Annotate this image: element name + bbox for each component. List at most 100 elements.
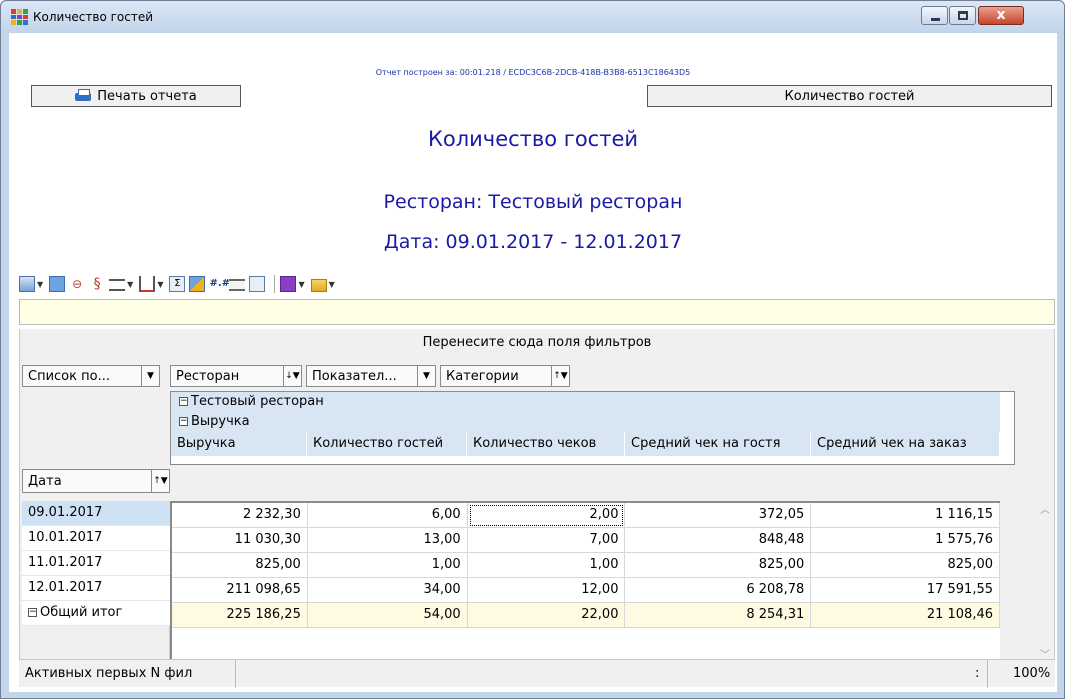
column-header[interactable]: Средний чек на гостя — [625, 432, 811, 456]
data-cell[interactable]: 1,00 — [468, 553, 626, 578]
data-cell[interactable]: 17 591,55 — [811, 578, 1001, 603]
data-cell[interactable]: 2 232,30 — [172, 503, 308, 528]
report-title: Количество гостей — [427, 127, 639, 151]
sort-up-icon[interactable]: ↑▼ — [551, 366, 569, 386]
data-cell[interactable]: 6,00 — [308, 503, 468, 528]
filter-bar[interactable] — [19, 299, 1055, 325]
column-group-restaurant[interactable]: − Тестовый ресторан — [171, 392, 1000, 412]
collapse-icon[interactable]: − — [28, 608, 37, 617]
field-restaurant[interactable]: Ресторан ↓▼ — [170, 365, 302, 387]
table-row: 2 232,30 6,00 2,00 372,05 1 116,15 — [172, 503, 1001, 528]
app-icon — [11, 9, 28, 25]
row-header[interactable]: 11.01.2017 — [22, 551, 170, 576]
row-header[interactable]: 12.01.2017 — [22, 576, 170, 601]
info-icon[interactable] — [249, 276, 266, 292]
row-header-total[interactable]: − Общий итог — [22, 601, 170, 626]
field-restaurant-label: Ресторан — [176, 368, 240, 384]
list-icon[interactable] — [229, 279, 246, 291]
report-content: Отчет построен за: 00:01.218 / ECDC3C6B-… — [9, 33, 1057, 692]
collapse-icon[interactable]: − — [179, 417, 188, 426]
export-icon[interactable] — [19, 276, 35, 292]
report-window: Количество гостей x Отчет построен за: 0… — [0, 0, 1065, 699]
field-indicators-label: Показател... — [312, 368, 397, 384]
column-headers: Выручка Количество гостей Количество чек… — [171, 432, 1000, 456]
filter-drop-hint: Перенесите сюда поля фильтров — [422, 335, 652, 350]
field-data-list[interactable]: Список по... ▼ — [22, 365, 160, 387]
vertical-scrollbar[interactable]: ︿ ﹀ — [1036, 501, 1054, 661]
print-report-label: Печать отчета — [97, 88, 197, 104]
save-icon[interactable] — [280, 276, 297, 292]
chart-icon[interactable] — [189, 276, 206, 292]
status-zoom[interactable]: 100% — [1009, 660, 1054, 688]
field-categories[interactable]: Категории ↑▼ — [440, 365, 570, 387]
data-cell[interactable]: 848,48 — [625, 528, 812, 553]
row-header[interactable]: 09.01.2017 — [22, 501, 170, 526]
chain-icon[interactable]: ⊖ — [69, 276, 85, 292]
data-cell[interactable]: 1 575,76 — [811, 528, 1001, 553]
data-cell[interactable]: 825,00 — [172, 553, 308, 578]
total-cell[interactable]: 21 108,46 — [811, 603, 1001, 628]
status-separator: : — [967, 660, 989, 688]
data-cell[interactable]: 825,00 — [811, 553, 1001, 578]
data-cell[interactable]: 211 098,65 — [172, 578, 308, 603]
total-cell[interactable]: 8 254,31 — [625, 603, 812, 628]
sort-up-icon[interactable]: ↑▼ — [151, 470, 169, 492]
data-cell[interactable]: 34,00 — [308, 578, 468, 603]
table-row: 825,00 1,00 1,00 825,00 825,00 — [172, 553, 1001, 578]
data-cell[interactable]: 1 116,15 — [811, 503, 1001, 528]
sum-icon[interactable]: Σ — [169, 276, 186, 292]
pivot-grid: Перенесите сюда поля фильтров Список по.… — [19, 329, 1055, 683]
scroll-up-icon[interactable]: ︿ — [1040, 501, 1050, 516]
data-cell[interactable]: 2,00 — [468, 503, 626, 528]
data-cell[interactable]: 7,00 — [468, 528, 626, 553]
minimize-button[interactable] — [921, 6, 948, 25]
number-format-icon[interactable]: #.# — [209, 276, 230, 292]
table-row: 211 098,65 34,00 12,00 6 208,78 17 591,5… — [172, 578, 1001, 603]
open-dropdown-icon[interactable]: ▼ — [329, 280, 335, 289]
rows-dropdown-icon[interactable]: ▼ — [127, 280, 133, 289]
data-cell[interactable]: 12,00 — [468, 578, 626, 603]
build-info: Отчет построен за: 00:01.218 / ECDC3C6B-… — [375, 68, 691, 77]
open-folder-icon[interactable] — [310, 279, 327, 292]
column-header[interactable]: Количество гостей — [307, 432, 467, 456]
data-cell[interactable]: 13,00 — [308, 528, 468, 553]
row-headers: 09.01.2017 10.01.2017 11.01.2017 12.01.2… — [22, 501, 170, 670]
window-title: Количество гостей — [33, 10, 154, 24]
field-data-list-label: Список по... — [28, 368, 110, 384]
maximize-button[interactable] — [949, 6, 976, 25]
export-dropdown-icon[interactable]: ▼ — [37, 280, 43, 289]
data-cell[interactable]: 6 208,78 — [625, 578, 812, 603]
row-header[interactable]: 10.01.2017 — [22, 526, 170, 551]
layout-icon[interactable] — [49, 276, 66, 292]
split-icon[interactable]: § — [89, 276, 105, 292]
report-name-label: Количество гостей — [784, 88, 915, 104]
field-categories-label: Категории — [446, 368, 519, 384]
sort-down-icon[interactable]: ↓▼ — [283, 366, 301, 386]
column-header[interactable]: Средний чек на заказ — [811, 432, 1000, 456]
status-bar: Активных первых N фил : 100% — [19, 659, 1055, 688]
column-subgroup-label: Выручка — [191, 414, 250, 429]
chevron-down-icon[interactable]: ▼ — [417, 366, 435, 386]
chevron-down-icon[interactable]: ▼ — [141, 366, 159, 386]
data-cell[interactable]: 825,00 — [625, 553, 812, 578]
column-group-revenue[interactable]: − Выручка — [171, 412, 1000, 432]
report-name-button[interactable]: Количество гостей — [647, 85, 1052, 107]
print-report-button[interactable]: Печать отчета — [31, 85, 241, 107]
field-date[interactable]: Дата ↑▼ — [22, 469, 170, 493]
data-cell[interactable]: 11 030,30 — [172, 528, 308, 553]
save-dropdown-icon[interactable]: ▼ — [298, 280, 304, 289]
close-button[interactable]: x — [978, 6, 1024, 25]
columns-align-icon[interactable] — [139, 276, 156, 292]
total-cell[interactable]: 22,00 — [468, 603, 626, 628]
data-cell[interactable]: 372,05 — [625, 503, 812, 528]
columns-dropdown-icon[interactable]: ▼ — [157, 280, 163, 289]
title-bar[interactable]: Количество гостей x — [1, 1, 1064, 33]
total-cell[interactable]: 225 186,25 — [172, 603, 308, 628]
field-indicators[interactable]: Показател... ▼ — [306, 365, 436, 387]
collapse-icon[interactable]: − — [179, 397, 188, 406]
data-cell[interactable]: 1,00 — [308, 553, 468, 578]
rows-align-icon[interactable] — [109, 279, 126, 291]
column-header[interactable]: Выручка — [171, 432, 307, 456]
column-header[interactable]: Количество чеков — [467, 432, 625, 456]
total-cell[interactable]: 54,00 — [308, 603, 468, 628]
